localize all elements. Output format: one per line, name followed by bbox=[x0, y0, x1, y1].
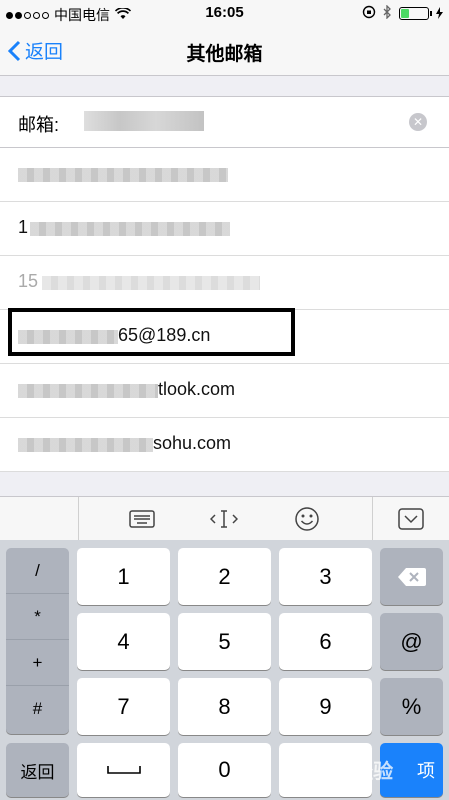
backspace-icon bbox=[397, 567, 426, 586]
suggestion-suffix: sohu.com bbox=[153, 433, 232, 453]
space-key[interactable] bbox=[77, 743, 170, 797]
space-icon bbox=[106, 766, 141, 774]
suggestion-item[interactable]: sohu.com bbox=[0, 418, 449, 472]
symbol-key[interactable]: + bbox=[6, 640, 69, 686]
symbol-key[interactable]: * bbox=[6, 594, 69, 640]
suggestion-item[interactable]: 15 bbox=[0, 256, 449, 310]
email-input[interactable] bbox=[84, 111, 204, 131]
email-label: 邮箱: bbox=[18, 115, 60, 135]
charging-icon bbox=[436, 6, 443, 22]
symbol-column: / * + # bbox=[6, 548, 69, 734]
digit-key-6[interactable]: 6 bbox=[279, 613, 372, 670]
email-row: 邮箱: bbox=[0, 96, 449, 148]
digit-key-2[interactable]: 2 bbox=[178, 548, 271, 605]
suggestion-prefix: 15 bbox=[18, 271, 39, 291]
digit-key-9[interactable]: 9 bbox=[279, 678, 372, 735]
digit-key-4[interactable]: 4 bbox=[77, 613, 170, 670]
blurred-text bbox=[42, 276, 260, 290]
status-bar: 中国电信 16:05 bbox=[0, 0, 449, 26]
bluetooth-icon bbox=[383, 4, 392, 22]
suggestion-item[interactable] bbox=[0, 148, 449, 202]
cursor-move-icon[interactable] bbox=[210, 505, 238, 533]
highlight-box bbox=[8, 308, 295, 356]
rotation-lock-icon bbox=[362, 5, 376, 22]
page-title: 其他邮箱 bbox=[186, 44, 263, 65]
symbol-key[interactable]: # bbox=[6, 686, 69, 732]
battery-icon bbox=[399, 7, 432, 20]
percent-key[interactable]: % bbox=[380, 678, 443, 735]
digit-key-7[interactable]: 7 bbox=[77, 678, 170, 735]
digit-key-1[interactable]: 1 bbox=[77, 548, 170, 605]
emoji-icon[interactable] bbox=[293, 505, 321, 533]
digit-key-0[interactable]: 0 bbox=[178, 743, 271, 797]
delete-key[interactable] bbox=[380, 548, 443, 605]
digit-key-8[interactable]: 8 bbox=[178, 678, 271, 735]
blurred-text bbox=[30, 222, 230, 236]
return-key[interactable]: 返回 bbox=[6, 743, 69, 797]
suggestion-item[interactable]: 1 bbox=[0, 202, 449, 256]
digit-key-3[interactable]: 3 bbox=[279, 548, 372, 605]
navigation-bar: 返回 其他邮箱 bbox=[0, 26, 449, 76]
clear-icon[interactable]: ✕ bbox=[409, 113, 427, 131]
keyboard-icon[interactable] bbox=[128, 505, 156, 533]
symbol-key[interactable]: / bbox=[6, 548, 69, 594]
watermark: Bai经验 bbox=[322, 761, 394, 783]
blurred-text bbox=[18, 168, 228, 182]
suggestion-suffix: tlook.com bbox=[158, 379, 236, 399]
keyboard-toolbar bbox=[0, 496, 449, 541]
suggestion-item[interactable]: tlook.com bbox=[0, 364, 449, 418]
status-right bbox=[362, 4, 443, 22]
digit-key-5[interactable]: 5 bbox=[178, 613, 271, 670]
at-key[interactable]: @ bbox=[380, 613, 443, 670]
blurred-text bbox=[18, 384, 158, 398]
hide-keyboard-icon[interactable] bbox=[397, 505, 425, 533]
suggestion-prefix: 1 bbox=[18, 217, 29, 237]
blurred-text bbox=[18, 438, 153, 452]
